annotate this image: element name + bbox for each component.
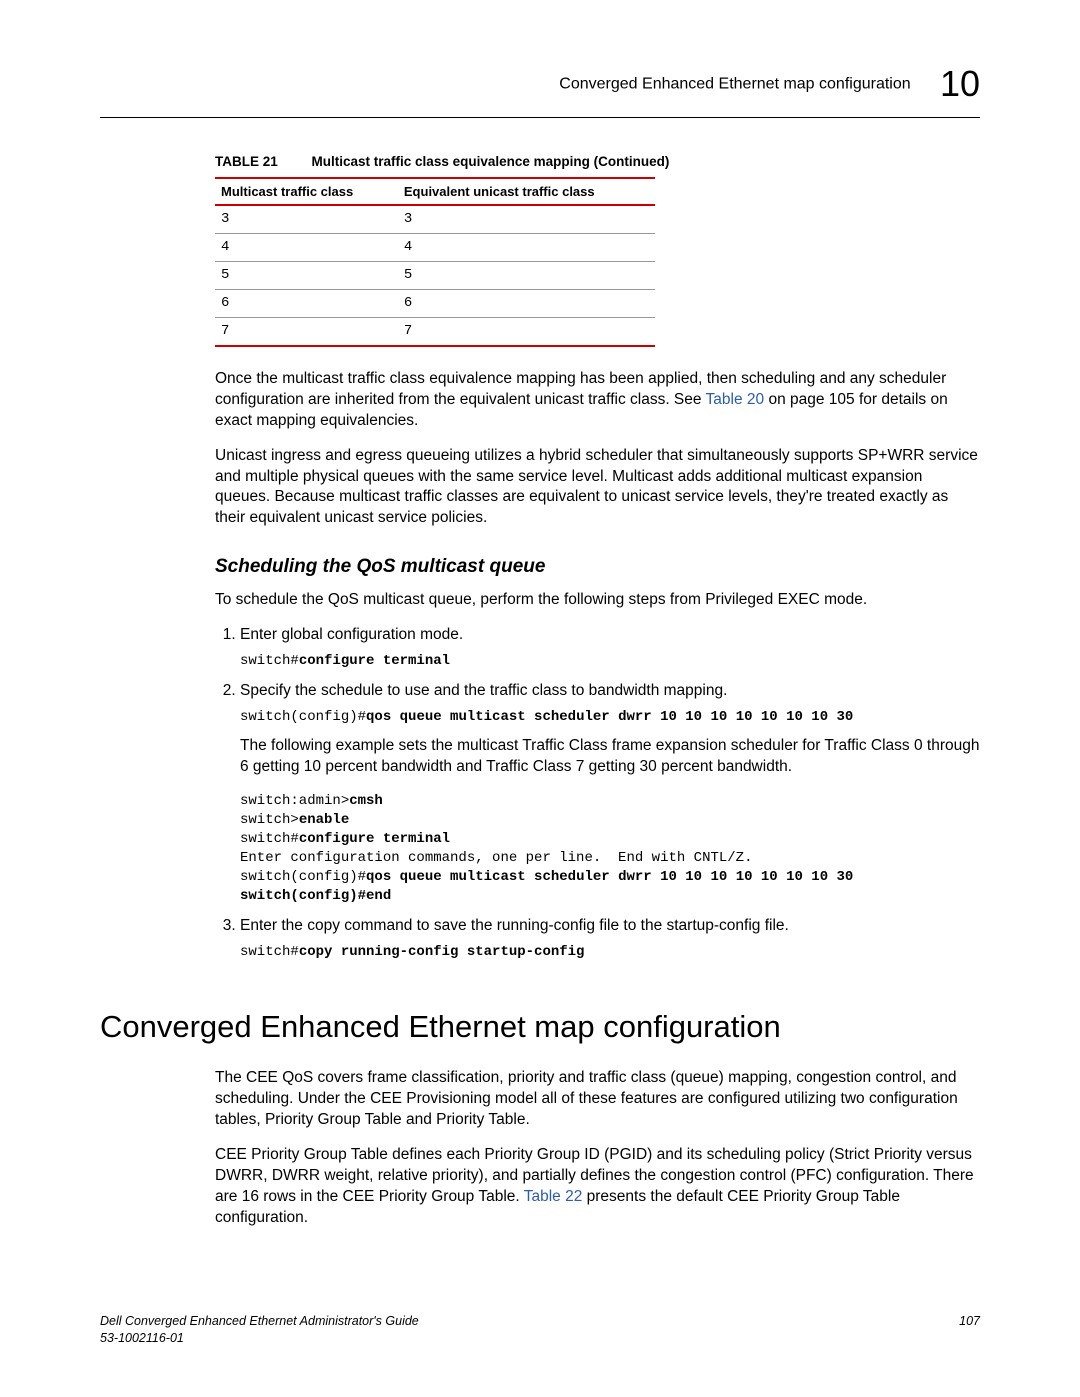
body-paragraph: Unicast ingress and egress queueing util… (215, 446, 980, 530)
table-20-link[interactable]: Table 20 (706, 391, 765, 408)
code-block: switch:admin>cmsh switch>enable switch#c… (240, 792, 980, 905)
table-row: 44 (215, 234, 655, 262)
table-header: Multicast traffic class (215, 178, 398, 206)
chapter-number: 10 (940, 63, 980, 104)
table-header: Equivalent unicast traffic class (398, 178, 655, 206)
body-paragraph: The following example sets the multicast… (240, 736, 980, 778)
page-footer: 107 Dell Converged Enhanced Ethernet Adm… (100, 1313, 980, 1347)
table-row: 66 (215, 290, 655, 318)
body-paragraph: The CEE QoS covers frame classification,… (215, 1068, 980, 1131)
body-paragraph: CEE Priority Group Table defines each Pr… (215, 1145, 980, 1229)
doc-title: Dell Converged Enhanced Ethernet Adminis… (100, 1314, 419, 1328)
header-title: Converged Enhanced Ethernet map configur… (559, 76, 910, 93)
main-heading: Converged Enhanced Ethernet map configur… (100, 1006, 980, 1048)
code-block: switch#configure terminal (240, 652, 980, 671)
table-22-link[interactable]: Table 22 (524, 1188, 583, 1205)
step-item: Enter global configuration mode. switch#… (240, 625, 980, 671)
table-row: 33 (215, 205, 655, 233)
steps-list: Enter global configuration mode. switch#… (215, 625, 980, 962)
table-label: TABLE 21 (215, 154, 278, 169)
equivalence-table: Multicast traffic class Equivalent unica… (215, 177, 655, 347)
doc-number: 53-1002116-01 (100, 1331, 184, 1345)
page-number: 107 (959, 1313, 980, 1330)
page-header: Converged Enhanced Ethernet map configur… (100, 60, 980, 118)
table-title: Multicast traffic class equivalence mapp… (312, 154, 670, 169)
step-item: Specify the schedule to use and the traf… (240, 681, 980, 906)
table-row: 55 (215, 262, 655, 290)
subheading: Scheduling the QoS multicast queue (215, 554, 980, 580)
code-block: switch#copy running-config startup-confi… (240, 943, 980, 962)
step-item: Enter the copy command to save the runni… (240, 916, 980, 962)
code-block: switch(config)#qos queue multicast sched… (240, 708, 980, 727)
body-paragraph: Once the multicast traffic class equival… (215, 369, 980, 432)
table-caption: TABLE 21 Multicast traffic class equival… (215, 153, 980, 171)
body-paragraph: To schedule the QoS multicast queue, per… (215, 590, 980, 611)
table-row: 77 (215, 317, 655, 345)
